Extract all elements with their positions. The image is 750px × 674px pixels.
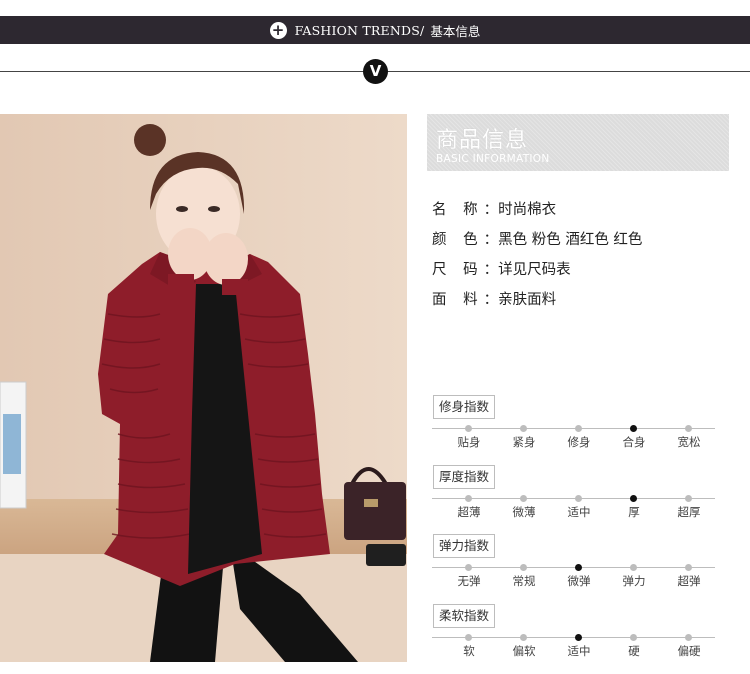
scale-label-fit: 修身指数 [433, 395, 496, 419]
scale-dot-selected [575, 564, 582, 571]
scale-option: 超厚 [677, 505, 701, 519]
scale-track-softness [432, 637, 715, 638]
scale-option: 合身 [622, 435, 646, 449]
scale-track-thickness [432, 498, 715, 499]
banner-title-cn: 基本信息 [430, 23, 481, 39]
scale-option: 修身 [567, 435, 591, 449]
scale-dot [465, 425, 472, 432]
scale-option: 厚 [628, 505, 640, 519]
scale-dot [630, 634, 637, 641]
scale-option: 超弹 [677, 574, 701, 588]
scale-dot [465, 634, 472, 641]
scale-option: 软 [463, 644, 475, 658]
info-subtitle: BASIC INFORMATION [436, 153, 550, 165]
attr-label: 尺 码 [432, 262, 484, 278]
scale-option: 超薄 [457, 505, 481, 519]
scale-option: 紧身 [512, 435, 536, 449]
scale-option: 弹力 [622, 574, 646, 588]
attr-row-size: 尺 码：详见尺码表 [432, 262, 571, 278]
scale-option: 适中 [567, 644, 591, 658]
scale-option: 微弹 [567, 574, 591, 588]
scale-dot [520, 425, 527, 432]
scale-dot [685, 564, 692, 571]
plus-icon: + [269, 21, 287, 39]
attr-value: 时尚棉衣 [498, 202, 557, 218]
scale-dot [575, 495, 582, 502]
scale-dot [465, 564, 472, 571]
attr-row-color: 颜 色：黑色 粉色 酒红色 红色 [432, 232, 643, 248]
scale-dot [520, 564, 527, 571]
scale-label-softness: 柔软指数 [433, 604, 496, 628]
scale-option: 无弹 [457, 574, 481, 588]
scale-dot [575, 425, 582, 432]
scale-track-elasticity [432, 567, 715, 568]
attr-value: 亲肤面料 [498, 292, 557, 308]
banner-title: FASHION TRENDS/ [294, 22, 425, 38]
scale-dot [520, 634, 527, 641]
attr-label: 名 称 [432, 202, 484, 218]
attr-label: 颜 色 [432, 232, 484, 248]
scale-option: 宽松 [677, 435, 701, 449]
scale-dot [520, 495, 527, 502]
basic-info-header: 商品信息 BASIC INFORMATION [427, 114, 729, 171]
scale-label-elasticity: 弹力指数 [433, 534, 496, 558]
scale-dot [685, 425, 692, 432]
scale-dot [630, 564, 637, 571]
top-banner: + FASHION TRENDS/ 基本信息 [0, 16, 750, 44]
banner-content: + FASHION TRENDS/ 基本信息 [0, 16, 750, 44]
scale-dot-selected [630, 495, 637, 502]
scale-option: 常规 [512, 574, 536, 588]
product-photo [0, 114, 407, 662]
info-title: 商品信息 [436, 128, 529, 153]
chevron-down-icon: V [363, 59, 388, 84]
scale-dot [685, 495, 692, 502]
attr-row-name: 名 称：时尚棉衣 [432, 202, 557, 218]
scale-dot-selected [575, 634, 582, 641]
scale-label-thickness: 厚度指数 [433, 465, 496, 489]
scale-option: 微薄 [512, 505, 536, 519]
scale-dot [465, 495, 472, 502]
scale-dot-selected [630, 425, 637, 432]
attr-value: 黑色 粉色 酒红色 红色 [498, 232, 643, 248]
attr-label: 面 料 [432, 292, 484, 308]
scale-option: 适中 [567, 505, 591, 519]
attr-value: 详见尺码表 [498, 262, 571, 278]
scale-track-fit [432, 428, 715, 429]
scale-dot [685, 634, 692, 641]
product-photo-illustration [0, 114, 407, 662]
scale-option: 偏硬 [677, 644, 701, 658]
scale-option: 贴身 [457, 435, 481, 449]
scale-option: 硬 [628, 644, 640, 658]
scale-option: 偏软 [512, 644, 536, 658]
attr-row-fabric: 面 料：亲肤面料 [432, 292, 557, 308]
